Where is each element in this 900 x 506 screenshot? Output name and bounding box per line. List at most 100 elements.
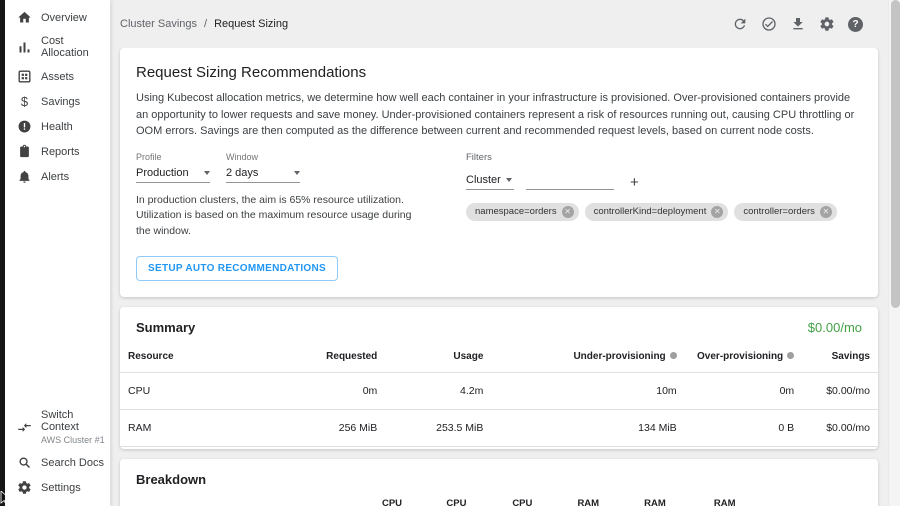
sidebar-item-label: Health bbox=[41, 121, 73, 133]
page-content: Request Sizing Recommendations Using Kub… bbox=[110, 48, 900, 506]
sidebar-item-switch-context[interactable]: Switch Context AWS Cluster #1 bbox=[5, 404, 110, 450]
sidebar-item-label: Savings bbox=[41, 96, 80, 108]
profile-window-controls: Profile Production Window 2 days bbox=[136, 152, 466, 281]
column-header[interactable]: RAMrecomm'd bbox=[672, 493, 742, 506]
home-icon bbox=[17, 10, 32, 25]
remove-chip-icon[interactable] bbox=[562, 206, 574, 218]
filters-label: Filters bbox=[466, 152, 862, 163]
topbar-actions: ? bbox=[731, 16, 864, 33]
sidebar-item-reports[interactable]: Reports bbox=[5, 139, 110, 164]
dollar-icon: $ bbox=[17, 94, 32, 109]
app-window: Overview Cost Allocation Assets $ Saving… bbox=[0, 0, 900, 506]
search-icon bbox=[17, 455, 32, 470]
page-description: Using Kubecost allocation metrics, we de… bbox=[136, 90, 862, 140]
profile-field: Profile Production bbox=[136, 152, 210, 183]
request-sizing-card: Request Sizing Recommendations Using Kub… bbox=[120, 48, 878, 297]
scrollbar-thumb[interactable] bbox=[891, 0, 900, 308]
remove-chip-icon[interactable] bbox=[711, 206, 723, 218]
sidebar-item-label: Reports bbox=[41, 146, 80, 158]
summary-table: Resource Requested Usage Under-provision… bbox=[120, 341, 878, 447]
breakdown-title: Breakdown bbox=[136, 472, 206, 487]
remove-chip-icon[interactable] bbox=[820, 206, 832, 218]
health-alert-icon bbox=[17, 119, 32, 134]
column-header: Resource bbox=[120, 341, 279, 373]
breadcrumb-separator: / bbox=[204, 18, 207, 30]
column-header-sorted[interactable]: ↓Savings bbox=[814, 493, 878, 506]
sidebar-item-label: Cost Allocation bbox=[41, 35, 106, 59]
assets-grid-icon bbox=[17, 69, 32, 84]
download-icon[interactable] bbox=[789, 16, 806, 33]
column-header: Requested bbox=[279, 341, 385, 373]
column-header[interactable]: Efficiency bbox=[742, 493, 814, 506]
sidebar-item-label: Assets bbox=[41, 71, 74, 83]
filter-field-select[interactable]: Cluster bbox=[466, 172, 514, 190]
filters-panel: Filters Cluster + namespace=orders bbox=[466, 152, 862, 281]
controls-row: Profile Production Window 2 days bbox=[136, 152, 862, 281]
sidebar-item-assets[interactable]: Assets bbox=[5, 64, 110, 89]
gear-icon bbox=[17, 480, 32, 495]
summary-card: Summary $0.00/mo Resource Requested Usag… bbox=[120, 307, 878, 449]
sidebar-item-search-docs[interactable]: Search Docs bbox=[5, 450, 110, 475]
chevron-down-icon bbox=[294, 171, 300, 175]
table-row: RAM 256 MiB 253.5 MiB 134 MiB 0 B $0.00/… bbox=[120, 409, 878, 446]
sidebar-footer: Switch Context AWS Cluster #1 Search Doc… bbox=[5, 404, 110, 500]
sidebar-item-label: Switch Context AWS Cluster #1 bbox=[41, 409, 106, 445]
breadcrumb-parent[interactable]: Cluster Savings bbox=[120, 18, 197, 30]
column-header: Over-provisioning bbox=[685, 341, 802, 373]
column-header[interactable]: CPUrecomm'd bbox=[472, 493, 538, 506]
compare-arrows-icon bbox=[17, 420, 32, 435]
column-header: Usage bbox=[385, 341, 491, 373]
column-header[interactable]: Container bbox=[120, 493, 241, 506]
breakdown-table: Container Cluster CPUusage CPUrequest CP… bbox=[120, 493, 878, 506]
add-filter-button[interactable]: + bbox=[628, 176, 641, 190]
column-header[interactable]: Cluster bbox=[241, 493, 343, 506]
column-header[interactable]: CPUusage bbox=[344, 493, 408, 506]
main-area: Cluster Savings / Request Sizing ? Reque… bbox=[110, 0, 900, 506]
clipboard-icon bbox=[17, 144, 32, 159]
sidebar-item-savings[interactable]: $ Savings bbox=[5, 89, 110, 114]
page-scrollbar bbox=[888, 0, 900, 506]
gear-icon[interactable] bbox=[818, 16, 835, 33]
check-circle-icon[interactable] bbox=[760, 16, 777, 33]
sidebar-item-alerts[interactable]: Alerts bbox=[5, 164, 110, 189]
total-savings-value: $0.00/mo bbox=[808, 320, 862, 335]
info-icon[interactable] bbox=[670, 352, 677, 359]
setup-auto-recommendations-button[interactable]: SETUP AUTO RECOMMENDATIONS bbox=[136, 256, 338, 281]
column-header[interactable]: RAMrequest bbox=[605, 493, 672, 506]
breadcrumb: Cluster Savings / Request Sizing bbox=[120, 18, 288, 30]
sidebar-item-cost-allocation[interactable]: Cost Allocation bbox=[5, 30, 110, 64]
filter-chip: namespace=orders bbox=[466, 203, 579, 221]
sidebar-item-health[interactable]: Health bbox=[5, 114, 110, 139]
profile-label: Profile bbox=[136, 152, 210, 162]
sidebar-item-label: Overview bbox=[41, 12, 87, 24]
topbar: Cluster Savings / Request Sizing ? bbox=[110, 0, 900, 48]
sidebar-item-overview[interactable]: Overview bbox=[5, 5, 110, 30]
refresh-icon[interactable] bbox=[731, 16, 748, 33]
column-header[interactable]: CPUrequest bbox=[408, 493, 472, 506]
window-label: Window bbox=[226, 152, 300, 162]
column-header: Savings bbox=[802, 341, 878, 373]
filter-value-input[interactable] bbox=[526, 172, 614, 190]
breadcrumb-current: Request Sizing bbox=[214, 18, 288, 30]
column-header[interactable]: RAMusage bbox=[538, 493, 605, 506]
current-context-label: AWS Cluster #1 bbox=[41, 435, 106, 445]
chevron-down-icon bbox=[204, 171, 210, 175]
sidebar-item-label: Settings bbox=[41, 482, 81, 494]
bar-chart-icon bbox=[17, 40, 32, 55]
table-row: CPU 0m 4.2m 10m 0m $0.00/mo bbox=[120, 372, 878, 409]
profile-select[interactable]: Production bbox=[136, 164, 210, 183]
window-select[interactable]: 2 days bbox=[226, 164, 300, 183]
sidebar-item-settings[interactable]: Settings bbox=[5, 475, 110, 500]
help-icon[interactable]: ? bbox=[847, 16, 864, 33]
summary-title: Summary bbox=[136, 320, 195, 335]
bell-icon bbox=[17, 169, 32, 184]
chevron-down-icon bbox=[506, 178, 512, 182]
filter-chip: controllerKind=deployment bbox=[585, 203, 729, 221]
window-field: Window 2 days bbox=[226, 152, 300, 183]
column-header: Under-provisioning bbox=[491, 341, 684, 373]
profile-helper-text: In production clusters, the aim is 65% r… bbox=[136, 193, 424, 240]
sidebar-item-label: Alerts bbox=[41, 171, 69, 183]
sidebar-item-label: Search Docs bbox=[41, 457, 104, 469]
filter-chip: controller=orders bbox=[734, 203, 837, 221]
info-icon[interactable] bbox=[787, 352, 794, 359]
